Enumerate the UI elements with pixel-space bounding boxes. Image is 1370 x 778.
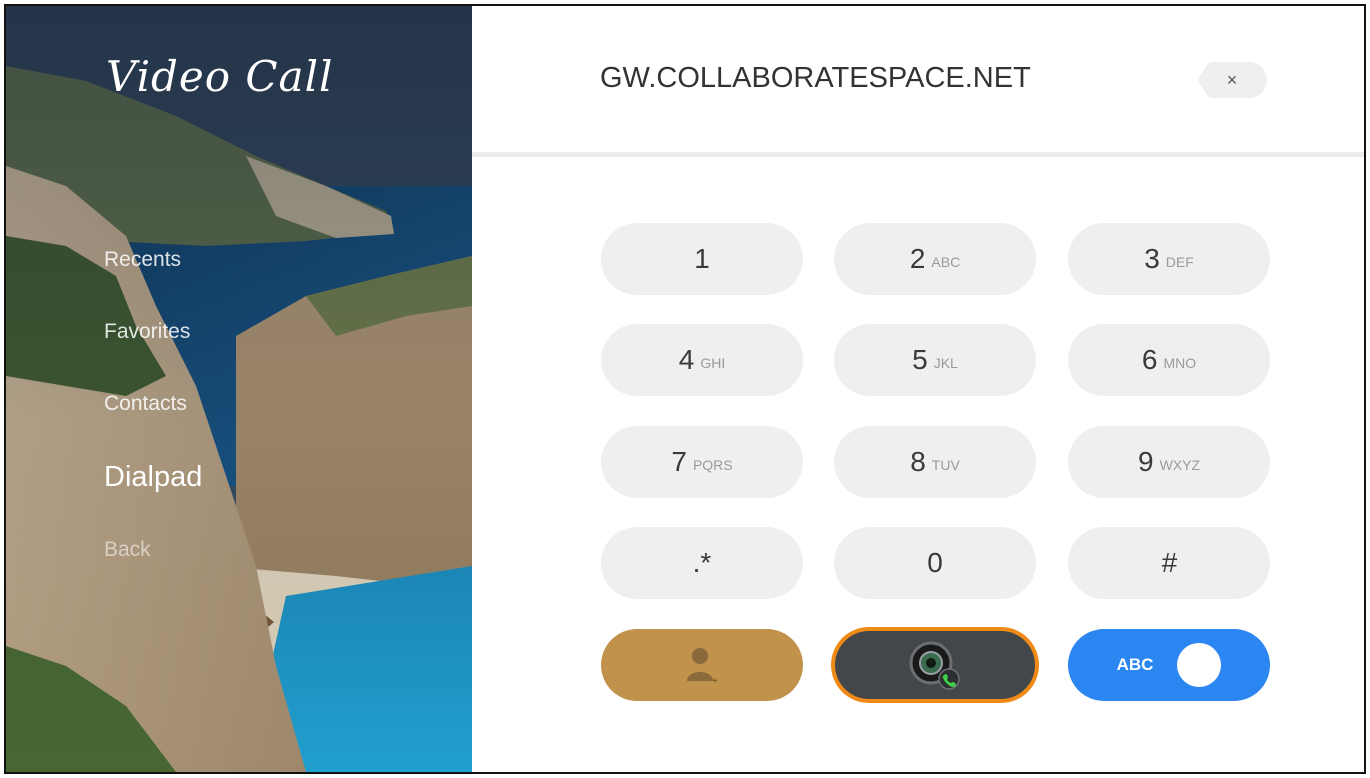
close-icon: × <box>1226 69 1238 90</box>
dial-key-8[interactable]: 8 TUV <box>834 426 1036 498</box>
dial-key-9[interactable]: 9 WXYZ <box>1068 426 1270 498</box>
clear-button[interactable]: × <box>1197 62 1267 98</box>
sidebar-item-back[interactable]: Back <box>104 538 151 562</box>
dial-key-dot-star[interactable]: .* <box>601 527 803 599</box>
add-contact-button[interactable]: + <box>601 629 803 701</box>
dial-key-3[interactable]: 3 DEF <box>1068 223 1270 295</box>
dialpad-panel: GW.COLLABORATESPACE.NET × 1 2 ABC 3 DEF … <box>472 6 1364 772</box>
toggle-label: ABC <box>1116 655 1154 674</box>
dial-key-1[interactable]: 1 <box>601 223 803 295</box>
add-contact-icon: + <box>687 648 718 685</box>
sidebar-item-favorites[interactable]: Favorites <box>104 320 190 344</box>
app-title: Video Call <box>106 52 334 101</box>
dial-key-7[interactable]: 7 PQRS <box>601 426 803 498</box>
svg-text:+: + <box>712 676 718 685</box>
abc-toggle[interactable]: ABC <box>1068 629 1270 701</box>
dial-key-5[interactable]: 5 JKL <box>834 324 1036 396</box>
dial-key-hash[interactable]: # <box>1068 527 1270 599</box>
dial-key-4[interactable]: 4 GHI <box>601 324 803 396</box>
sidebar: Video Call Recents Favorites Contacts Di… <box>6 6 472 772</box>
dial-address-field[interactable]: GW.COLLABORATESPACE.NET <box>600 62 1031 95</box>
sidebar-item-contacts[interactable]: Contacts <box>104 392 187 416</box>
sidebar-item-dialpad[interactable]: Dialpad <box>104 461 202 494</box>
dial-key-0[interactable]: 0 <box>834 527 1036 599</box>
dial-key-2[interactable]: 2 ABC <box>834 223 1036 295</box>
app-window: Video Call Recents Favorites Contacts Di… <box>4 4 1366 774</box>
dial-key-6[interactable]: 6 MNO <box>1068 324 1270 396</box>
sidebar-item-recents[interactable]: Recents <box>104 248 181 272</box>
address-header: GW.COLLABORATESPACE.NET × <box>472 6 1364 157</box>
video-call-button[interactable] <box>835 631 1035 699</box>
sidebar-overlay <box>6 6 472 772</box>
video-call-icon <box>909 641 960 690</box>
toggle-knob <box>1177 643 1222 687</box>
